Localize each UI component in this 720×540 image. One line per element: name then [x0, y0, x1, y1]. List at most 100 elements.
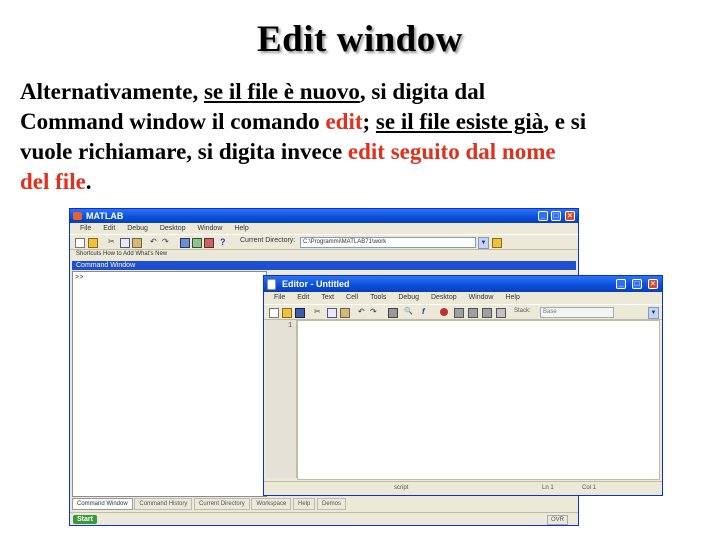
save-icon[interactable]	[295, 308, 305, 318]
text-run: .	[85, 169, 92, 194]
tab-command-window[interactable]: Command Window	[72, 498, 133, 510]
text-run: , si digita dal	[359, 79, 486, 104]
stack-label: Stack:	[514, 308, 531, 314]
minimize-icon[interactable]: _	[616, 279, 626, 289]
command-window-title: Command Window	[76, 262, 136, 269]
paste-icon[interactable]	[340, 308, 350, 318]
menu-file[interactable]: File	[80, 225, 91, 232]
browse-folder-icon[interactable]	[492, 238, 502, 248]
command-prompt: >>	[75, 274, 84, 282]
start-label: Start	[77, 516, 93, 523]
matlab-toolbar: ✂ ↶ ↷ ? Current Directory: C:\Programmi\…	[70, 234, 578, 250]
clear-breakpoints-icon[interactable]	[496, 308, 506, 318]
editor-menubar: File Edit Text Cell Tools Debug Desktop …	[264, 293, 662, 303]
menu-cell[interactable]: Cell	[346, 294, 358, 301]
current-directory-field[interactable]: C:\Programmi\MATLAB71\work	[300, 237, 476, 248]
text-run: vuole richiamare, si digita invece	[20, 139, 348, 164]
matlab-logo-icon	[73, 212, 82, 220]
text-red: del file	[20, 169, 86, 194]
new-file-icon[interactable]	[75, 238, 85, 248]
menu-debug[interactable]: Debug	[398, 294, 419, 301]
chevron-down-icon[interactable]: ▼	[648, 307, 659, 319]
menu-help[interactable]: Help	[234, 225, 248, 232]
text-run: Command window il comando	[20, 109, 326, 134]
line-number-gutter: 1	[266, 320, 297, 478]
menu-file[interactable]: File	[274, 294, 285, 301]
command-window-pane[interactable]: >>	[72, 271, 267, 497]
slide-body-text: Alternativamente, se il file è nuovo, si…	[20, 77, 720, 197]
find-icon[interactable]: 🔍	[404, 308, 413, 316]
print-icon[interactable]	[388, 308, 398, 318]
text-red: edit seguito dal nome	[347, 139, 556, 164]
menu-debug[interactable]: Debug	[127, 225, 148, 232]
maximize-icon[interactable]: □	[551, 211, 561, 221]
simulink-icon[interactable]	[180, 238, 190, 248]
shortcuts-bar: Shortcuts How to Add What's New	[76, 251, 168, 257]
undo-icon[interactable]: ↶	[150, 238, 158, 246]
current-directory-label: Current Directory:	[240, 237, 296, 244]
redo-icon[interactable]: ↷	[370, 308, 378, 316]
status-script: script	[394, 485, 409, 491]
tab-workspace[interactable]: Workspace	[251, 498, 292, 510]
run-icon[interactable]	[468, 308, 478, 318]
status-col: Col 1	[582, 485, 597, 491]
menu-help[interactable]: Help	[505, 294, 519, 301]
function-icon[interactable]: f	[422, 308, 430, 316]
text-run: ;	[362, 109, 376, 134]
chevron-down-icon[interactable]: ▼	[478, 237, 489, 249]
menu-edit[interactable]: Edit	[103, 225, 115, 232]
menu-window[interactable]: Window	[197, 225, 222, 232]
guide-icon[interactable]	[192, 238, 202, 248]
menu-text[interactable]: Text	[321, 294, 334, 301]
open-folder-icon[interactable]	[88, 238, 98, 248]
desktop-tabs: Command Window Command History Current D…	[72, 498, 576, 510]
cut-icon[interactable]: ✂	[314, 308, 322, 316]
editor-toolbar: ✂ ↶ ↷ 🔍 f Stack: Base ▼	[264, 304, 662, 320]
command-window-header: Command Window	[72, 261, 576, 270]
menu-window[interactable]: Window	[469, 294, 494, 301]
text-run: Alternativamente,	[20, 79, 204, 104]
close-icon[interactable]: ×	[648, 279, 658, 289]
text-run: , e si	[543, 109, 587, 134]
tab-demos[interactable]: Demos	[317, 498, 347, 510]
start-bar: Start OVR	[70, 512, 578, 525]
close-icon[interactable]: ×	[565, 211, 575, 221]
maximize-icon[interactable]: □	[632, 279, 642, 289]
line-number: 1	[288, 322, 293, 330]
help-icon[interactable]: ?	[220, 238, 228, 247]
open-folder-icon[interactable]	[282, 308, 292, 318]
menu-tools[interactable]: Tools	[370, 294, 386, 301]
editor-title: Editor - Untitled	[282, 279, 350, 289]
menu-desktop[interactable]: Desktop	[160, 225, 186, 232]
tab-help[interactable]: Help	[292, 498, 316, 510]
matlab-title: MATLAB	[86, 211, 124, 221]
cut-icon[interactable]: ✂	[108, 238, 116, 246]
editor-doc-icon	[267, 279, 276, 290]
step-icon[interactable]	[454, 308, 464, 318]
editor-text-area[interactable]	[297, 320, 660, 480]
stack-select[interactable]: Base	[540, 307, 614, 318]
editor-window: Editor - Untitled _ □ × File Edit Text C…	[263, 275, 663, 496]
matlab-titlebar[interactable]: MATLAB _ □ ×	[70, 209, 578, 223]
minimize-icon[interactable]: _	[538, 211, 548, 221]
profiler-icon[interactable]	[204, 238, 214, 248]
redo-icon[interactable]: ↷	[162, 238, 170, 246]
status-ln: Ln 1	[542, 485, 554, 491]
copy-icon[interactable]	[327, 308, 337, 318]
stop-icon[interactable]	[482, 308, 492, 318]
copy-icon[interactable]	[120, 238, 130, 248]
menu-desktop[interactable]: Desktop	[431, 294, 457, 301]
text-underlined: se il file è nuovo	[203, 79, 360, 104]
start-button[interactable]: Start	[73, 515, 97, 524]
tab-command-history[interactable]: Command History	[134, 498, 193, 510]
matlab-menubar: File Edit Debug Desktop Window Help	[70, 224, 578, 234]
paste-icon[interactable]	[132, 238, 142, 248]
new-file-icon[interactable]	[269, 308, 279, 318]
menu-edit[interactable]: Edit	[297, 294, 309, 301]
status-ovr: OVR	[546, 515, 568, 525]
breakpoint-icon[interactable]	[440, 308, 448, 316]
tab-current-directory[interactable]: Current Directory	[194, 498, 250, 510]
editor-titlebar[interactable]: Editor - Untitled _ □ ×	[264, 276, 662, 292]
undo-icon[interactable]: ↶	[358, 308, 366, 316]
text-underlined: se il file esiste già	[375, 109, 544, 134]
